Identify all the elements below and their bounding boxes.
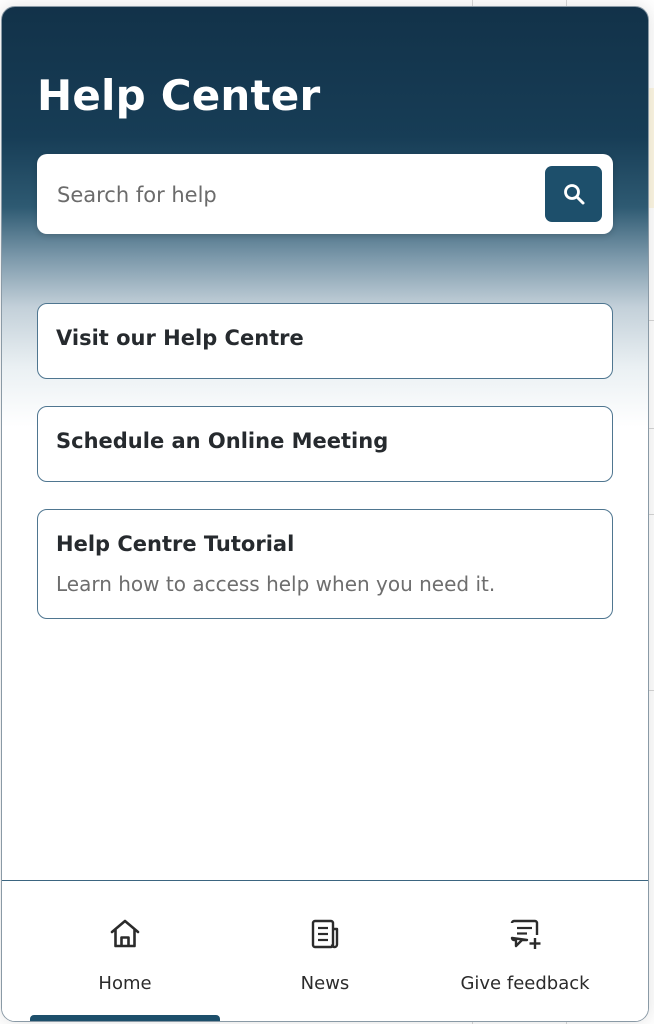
card-schedule-meeting[interactable]: Schedule an Online Meeting (37, 406, 613, 482)
nav-label-news: News (300, 973, 350, 994)
search-icon (563, 184, 584, 205)
card-help-centre-tutorial[interactable]: Help Centre Tutorial Learn how to access… (37, 509, 613, 619)
active-tab-indicator (30, 1015, 220, 1021)
home-icon (110, 919, 140, 948)
card-visit-help-centre[interactable]: Visit our Help Centre (37, 303, 613, 379)
nav-label-home: Home (98, 973, 152, 994)
search-button[interactable] (545, 166, 602, 222)
help-center-widget: Help Center Visit our Help Centre Schedu… (1, 6, 649, 1022)
card-description: Learn how to access help when you need i… (56, 572, 496, 596)
page-title: Help Center (37, 71, 321, 120)
search-bar (37, 154, 613, 234)
search-input[interactable] (55, 174, 529, 216)
card-title: Help Centre Tutorial (56, 532, 295, 556)
card-title: Schedule an Online Meeting (56, 429, 389, 453)
card-title: Visit our Help Centre (56, 326, 304, 350)
bottom-nav: Home News Give feedback (2, 881, 648, 1021)
news-icon (311, 919, 339, 949)
feedback-icon (510, 919, 541, 949)
nav-item-news[interactable]: News (225, 881, 425, 1021)
nav-item-give-feedback[interactable]: Give feedback (425, 881, 625, 1021)
nav-label-give-feedback: Give feedback (460, 973, 590, 994)
nav-item-home[interactable]: Home (25, 881, 225, 1021)
